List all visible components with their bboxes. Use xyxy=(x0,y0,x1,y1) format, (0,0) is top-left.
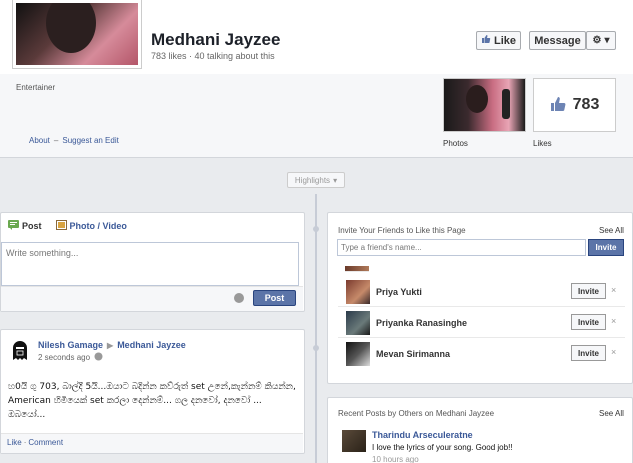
friend-name[interactable]: Mevan Sirimanna xyxy=(376,349,450,359)
tab-photo-video-label: Photo / Video xyxy=(69,221,127,231)
avatar[interactable] xyxy=(346,342,370,366)
tab-post[interactable]: Post xyxy=(8,220,42,232)
photo-icon xyxy=(55,220,67,232)
composer-input[interactable]: Write something... xyxy=(1,242,299,286)
chevron-down-icon: ▾ xyxy=(333,175,338,185)
audience-icon xyxy=(94,352,103,363)
recent-posts-title: Recent Posts by Others on Medhani Jayzee xyxy=(338,409,495,418)
story-time: 2 seconds ago xyxy=(38,352,103,363)
chevron-down-icon: ▾ xyxy=(604,35,610,46)
friend-name[interactable]: Priyanka Ranasinghe xyxy=(376,318,467,328)
story-author-link[interactable]: Nilesh Gamage xyxy=(38,340,103,350)
invite-button[interactable]: Invite xyxy=(588,239,624,256)
recent-post-text: I love the lyrics of your song. Good job… xyxy=(372,443,513,452)
story-text: හ0යි ගු 703, බාල්දී 5යි...ඔයාට බදින්න කව… xyxy=(8,382,296,420)
like-button[interactable]: Like xyxy=(476,31,521,50)
friend-row: Priya Yukti Invite × xyxy=(338,277,625,307)
avatar[interactable] xyxy=(346,311,370,335)
story-timestamp[interactable]: 2 seconds ago xyxy=(38,353,90,362)
like-button-label: Like xyxy=(493,34,516,47)
timeline-dot xyxy=(313,226,319,232)
friend-avatar-partial xyxy=(345,266,369,272)
friend-invite-button[interactable]: Invite xyxy=(571,283,606,299)
page-stats: 783 likes · 40 talking about this xyxy=(151,51,275,61)
story-header: Nilesh Gamage ▶ Medhani Jayzee xyxy=(38,340,186,350)
avatar[interactable] xyxy=(342,430,366,452)
timeline-spine xyxy=(315,194,317,463)
about-separator: – xyxy=(53,136,59,145)
message-button[interactable]: Message xyxy=(529,31,586,50)
photos-label[interactable]: Photos xyxy=(443,139,468,148)
about-links: About – Suggest an Edit xyxy=(29,136,119,145)
close-icon[interactable]: × xyxy=(611,316,616,326)
likes-count: 783 xyxy=(572,96,600,113)
recent-post-time[interactable]: 10 hours ago xyxy=(372,455,419,463)
gear-icon: ⚙ xyxy=(592,35,602,46)
invite-see-all-link[interactable]: See All xyxy=(599,226,624,235)
story-actions: Like · Comment xyxy=(7,438,63,447)
invite-title: Invite Your Friends to Like this Page xyxy=(338,226,466,235)
profile-picture[interactable] xyxy=(13,0,141,68)
suggest-edit-link[interactable]: Suggest an Edit xyxy=(62,136,118,145)
friend-name[interactable]: Priya Yukti xyxy=(376,287,422,297)
thumbs-up-icon xyxy=(550,96,568,115)
recent-see-all-link[interactable]: See All xyxy=(599,409,624,418)
avatar[interactable] xyxy=(8,338,32,362)
close-icon[interactable]: × xyxy=(611,285,616,295)
likes-label[interactable]: Likes xyxy=(533,139,552,148)
friend-search-input[interactable]: Type a friend's name... xyxy=(337,239,586,256)
highlights-dropdown[interactable]: Highlights ▾ xyxy=(287,172,345,188)
comment-link[interactable]: Comment xyxy=(28,438,63,447)
friend-invite-button[interactable]: Invite xyxy=(571,345,606,361)
timeline-dot xyxy=(313,345,319,351)
tab-post-label: Post xyxy=(22,221,42,231)
status-icon xyxy=(8,220,19,232)
composer-tabs: Post Photo / Video xyxy=(8,220,127,232)
likes-box[interactable]: 783 xyxy=(533,78,616,132)
story-target-link[interactable]: Medhani Jayzee xyxy=(117,340,186,350)
page-title[interactable]: Medhani Jayzee xyxy=(151,30,280,50)
settings-dropdown-button[interactable]: ⚙ ▾ xyxy=(586,31,616,50)
close-icon[interactable]: × xyxy=(611,347,616,357)
post-button[interactable]: Post xyxy=(253,290,296,306)
play-arrow-icon: ▶ xyxy=(107,340,114,350)
friend-row: Priyanka Ranasinghe Invite × xyxy=(338,308,625,338)
like-link[interactable]: Like xyxy=(7,438,22,447)
highlights-label: Highlights xyxy=(294,175,331,185)
globe-icon[interactable] xyxy=(234,293,244,303)
action-separator: · xyxy=(23,438,27,447)
avatar[interactable] xyxy=(346,280,370,304)
thumbs-up-icon xyxy=(481,34,491,47)
friend-row: Mevan Sirimanna Invite × xyxy=(338,339,625,369)
recent-post-author[interactable]: Tharindu Arseculeratne xyxy=(372,430,473,440)
about-link[interactable]: About xyxy=(29,136,50,145)
friend-invite-button[interactable]: Invite xyxy=(571,314,606,330)
photos-thumbnail[interactable] xyxy=(443,78,526,132)
tab-photo-video[interactable]: Photo / Video xyxy=(55,220,127,232)
page-category: Entertainer xyxy=(16,83,56,92)
